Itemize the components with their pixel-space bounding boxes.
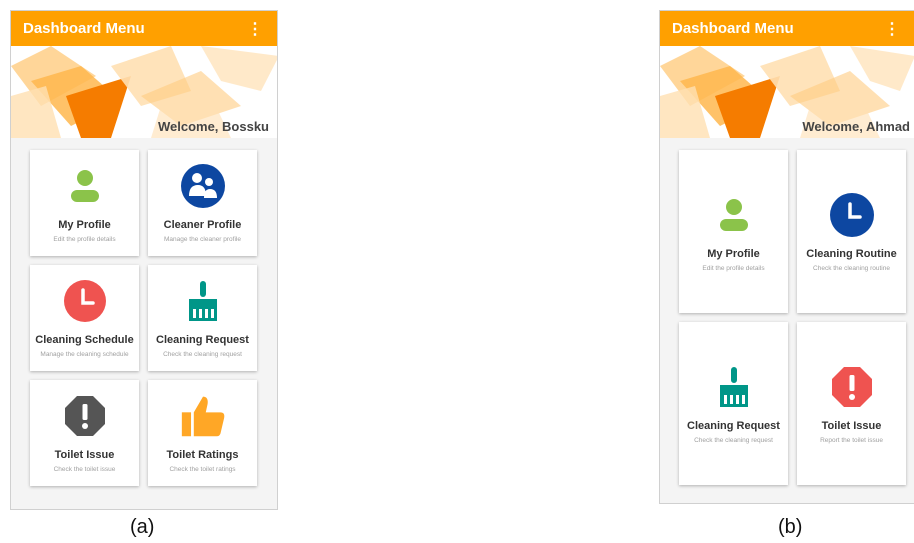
card-title: Cleaning Request: [156, 334, 249, 346]
card-title: Toilet Issue: [821, 419, 882, 432]
card-title: Toilet Issue: [54, 449, 115, 461]
broom-icon: [180, 278, 226, 324]
card-subtitle: Check the cleaning request: [694, 436, 773, 444]
thumbs-up-icon: [180, 393, 226, 439]
cleaning-request-card[interactable]: Cleaning Request Check the cleaning requ…: [679, 322, 788, 485]
overflow-menu-icon[interactable]: ⋮: [882, 19, 902, 39]
cleaning-schedule-card[interactable]: Cleaning Schedule Manage the cleaning sc…: [30, 265, 139, 371]
phone-screen-a: Dashboard Menu ⋮ Welcome, Bossku My Prof…: [10, 10, 278, 510]
toilet-ratings-card[interactable]: Toilet Ratings Check the toilet ratings: [148, 380, 257, 486]
app-bar: Dashboard Menu ⋮: [660, 11, 914, 46]
toilet-issue-card[interactable]: Toilet Issue Check the toilet issue: [30, 380, 139, 486]
card-subtitle: Edit the profile details: [702, 264, 765, 272]
welcome-text: Welcome, Ahmad: [802, 119, 910, 134]
broom-icon: [711, 364, 757, 410]
card-subtitle: Check the cleaning routine: [813, 264, 890, 272]
card-title: My Profile: [707, 247, 760, 260]
card-title: Cleaner Profile: [163, 219, 242, 231]
card-subtitle: Manage the cleaner profile: [164, 236, 241, 243]
toilet-issue-card[interactable]: Toilet Issue Report the toilet issue: [797, 322, 906, 485]
alert-octagon-icon: [829, 364, 875, 410]
caption-a: (a): [130, 516, 155, 538]
person-icon: [711, 192, 757, 238]
dashboard-grid: My Profile Edit the profile details Clea…: [30, 150, 257, 486]
cleaning-request-card[interactable]: Cleaning Request Check the cleaning requ…: [148, 265, 257, 371]
app-bar-title: Dashboard Menu: [672, 20, 794, 37]
clock-icon: [829, 192, 875, 238]
caption-b: (b): [778, 516, 803, 538]
alert-octagon-icon: [62, 393, 108, 439]
my-profile-card[interactable]: My Profile Edit the profile details: [30, 150, 139, 256]
person-icon: [62, 163, 108, 209]
people-icon: [180, 163, 226, 209]
my-profile-card[interactable]: My Profile Edit the profile details: [679, 150, 788, 313]
card-title: Cleaning Request: [687, 419, 780, 432]
welcome-banner: Welcome, Ahmad: [660, 46, 914, 138]
card-subtitle: Check the toilet ratings: [169, 466, 236, 473]
card-title: Toilet Ratings: [166, 449, 239, 461]
card-subtitle: Manage the cleaning schedule: [40, 351, 129, 358]
card-title: Cleaning Routine: [806, 247, 897, 260]
welcome-banner: Welcome, Bossku: [11, 46, 277, 138]
app-bar: Dashboard Menu ⋮: [11, 11, 277, 46]
cleaning-routine-card[interactable]: Cleaning Routine Check the cleaning rout…: [797, 150, 906, 313]
welcome-text: Welcome, Bossku: [157, 119, 269, 134]
card-subtitle: Report the toilet issue: [820, 436, 883, 444]
clock-icon: [62, 278, 108, 324]
card-title: My Profile: [58, 219, 111, 231]
dashboard-grid: My Profile Edit the profile details Clea…: [679, 150, 906, 485]
overflow-menu-icon[interactable]: ⋮: [245, 19, 265, 39]
card-subtitle: Check the toilet issue: [53, 466, 116, 473]
phone-screen-b: Dashboard Menu ⋮ Welcome, Ahmad My Profi…: [659, 10, 914, 504]
card-subtitle: Check the cleaning request: [163, 351, 242, 358]
card-title: Cleaning Schedule: [35, 334, 134, 346]
cleaner-profile-card[interactable]: Cleaner Profile Manage the cleaner profi…: [148, 150, 257, 256]
app-bar-title: Dashboard Menu: [23, 20, 145, 37]
card-subtitle: Edit the profile details: [53, 236, 116, 243]
